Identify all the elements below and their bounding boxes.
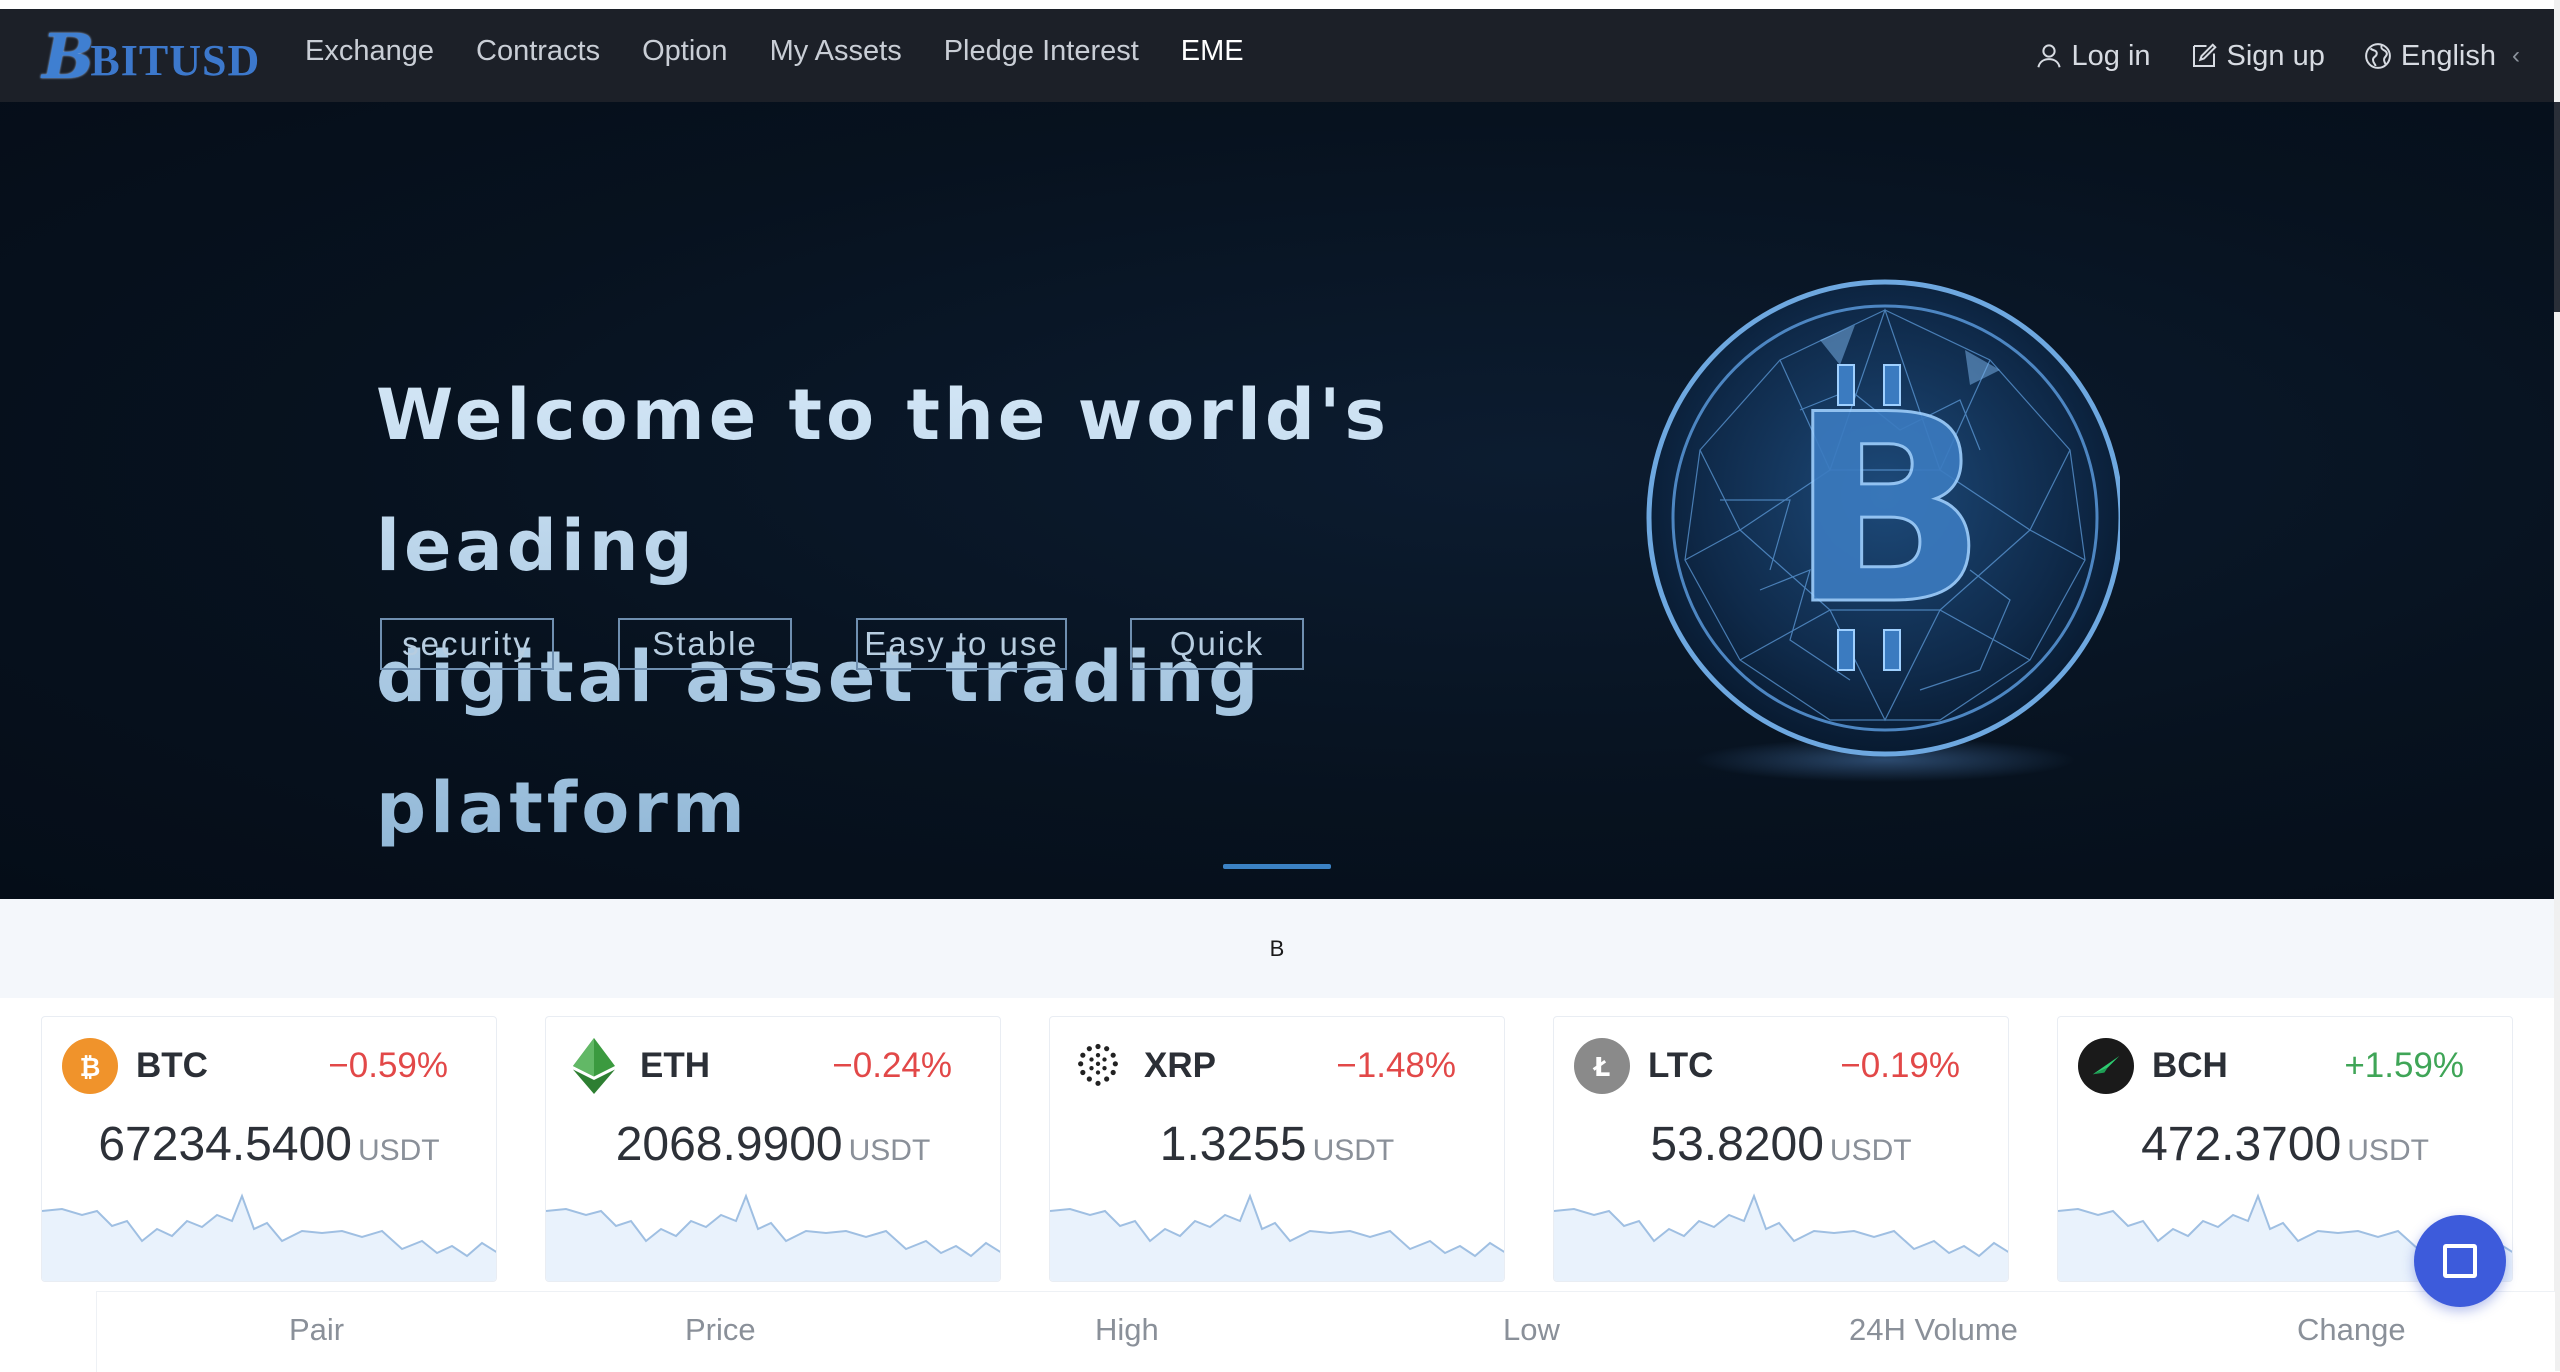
ticker-unit: USDT (848, 1134, 931, 1167)
login-link[interactable]: Log in (2034, 40, 2151, 73)
chevron-left-icon: ‹ (2512, 42, 2520, 69)
globe-icon (2365, 43, 2391, 69)
hero-title-line-1: Welcome to the world's leading (376, 374, 1391, 587)
ticker-card-eth[interactable]: ETH −0.24% 2068.9900 USDT (545, 1016, 1001, 1282)
hero-tag-quick[interactable]: Quick (1130, 618, 1304, 670)
ticker-unit: USDT (357, 1134, 440, 1167)
ticker-cards: ₿ BTC −0.59% 67234.5400USDT ETH −0.24% (0, 1016, 2554, 1282)
nav-pledge-interest[interactable]: Pledge Interest (944, 35, 1139, 68)
ticker-symbol: XRP (1144, 1046, 1216, 1085)
bitcoin-coin-illustration: B (1646, 279, 2120, 782)
signup-link[interactable]: Sign up (2189, 40, 2325, 73)
sparkline-chart (546, 1193, 1000, 1281)
hero-title: Welcome to the world's leading digital a… (376, 350, 1576, 874)
scrollbar-thumb[interactable] (2554, 102, 2560, 312)
column-24h-volume[interactable]: 24H Volume (1849, 1312, 2018, 1348)
top-nav: B BITUSD Exchange Contracts Option My As… (0, 0, 2554, 102)
ticker-price: 2068.9900 (615, 1118, 843, 1171)
ticker-price: 472.3700 (2141, 1118, 2342, 1171)
ticker-card-xrp[interactable]: XRP −1.48% 1.3255 USDT (1049, 1016, 1505, 1282)
nav-my-assets[interactable]: My Assets (770, 35, 902, 68)
sparkline-chart (1554, 1193, 2008, 1281)
column-change[interactable]: Change (2297, 1312, 2406, 1348)
signup-label: Sign up (2226, 39, 2325, 72)
ltc-icon: Ł (1574, 1038, 1630, 1094)
brand-logo[interactable]: B BITUSD (42, 20, 261, 93)
sparkline-chart (1050, 1193, 1504, 1281)
nav-links: Exchange Contracts Option My Assets Pled… (305, 35, 1286, 68)
ticker-symbol: ETH (640, 1046, 710, 1085)
nav-account: Log in Sign up English ‹ (1996, 31, 2555, 81)
hero-tag-easy-to-use[interactable]: Easy to use (856, 618, 1067, 670)
logo-text: BITUSD (90, 35, 261, 85)
nav-exchange[interactable]: Exchange (305, 35, 434, 68)
user-icon (2036, 44, 2061, 68)
market-table-header: Pair Price High Low 24H Volume Change (96, 1291, 2555, 1372)
ticker-unit: USDT (1312, 1134, 1395, 1167)
hero-banner[interactable]: Welcome to the world's leading digital a… (0, 102, 2554, 899)
column-high[interactable]: High (1095, 1312, 1159, 1348)
login-label: Log in (2071, 39, 2151, 72)
nav-option[interactable]: Option (642, 35, 727, 68)
language-label: English (2400, 39, 2496, 72)
column-low[interactable]: Low (1503, 1312, 1560, 1348)
ticker-change: −0.59% (328, 1046, 448, 1085)
nav-contracts[interactable]: Contracts (476, 35, 600, 68)
nav-eme[interactable]: EME (1181, 35, 1244, 68)
eth-icon (566, 1038, 622, 1094)
svg-text:Ł: Ł (1592, 1053, 1610, 1083)
ticker-price: 1.3255 (1159, 1118, 1307, 1171)
support-chat-button[interactable] (2414, 1215, 2506, 1307)
ticker-symbol: BTC (136, 1046, 208, 1085)
hero-tag-security[interactable]: security (380, 618, 554, 670)
ticker-change: −0.19% (1840, 1046, 1960, 1085)
ticker-unit: USDT (1829, 1134, 1912, 1167)
ticker-price: 53.8200 (1650, 1118, 1824, 1171)
ticker-price: 67234.5400 (98, 1118, 352, 1171)
ticker-card-btc[interactable]: ₿ BTC −0.59% 67234.5400 USDT (41, 1016, 497, 1282)
ticker-change: −1.48% (1336, 1046, 1456, 1085)
edit-icon (2192, 43, 2217, 67)
ticker-symbol: LTC (1648, 1046, 1714, 1085)
ticker-card-ltc[interactable]: Ł LTC −0.19% 53.8200 USDT (1553, 1016, 2009, 1282)
ticker-change: +1.59% (2344, 1046, 2464, 1085)
bch-icon (2078, 1038, 2134, 1094)
svg-text:₿: ₿ (80, 1053, 101, 1083)
ticker-unit: USDT (2347, 1134, 2429, 1167)
column-price[interactable]: Price (685, 1312, 756, 1348)
xrp-icon (1070, 1038, 1126, 1094)
carousel-indicator[interactable] (1223, 864, 1331, 869)
notice-bar: B (0, 899, 2554, 998)
sparkline-chart (42, 1193, 496, 1281)
language-selector[interactable]: English ‹ (2363, 40, 2554, 73)
ticker-symbol: BCH (2152, 1046, 2228, 1085)
ticker-change: −0.24% (832, 1046, 952, 1085)
column-pair[interactable]: Pair (289, 1312, 344, 1348)
hero-tag-stable[interactable]: Stable (618, 618, 792, 670)
btc-icon: ₿ (62, 1038, 118, 1094)
notice-text[interactable]: B (1270, 936, 1285, 962)
logo-mark: B (42, 20, 95, 93)
chat-icon (2443, 1244, 2477, 1278)
